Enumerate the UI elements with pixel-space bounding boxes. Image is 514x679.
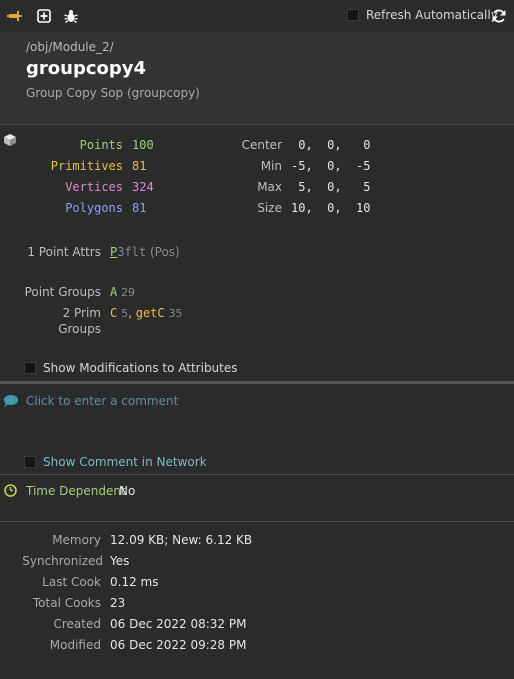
point-attr-note: (Pos) xyxy=(149,245,180,259)
size-value: 10, 0, 10 xyxy=(291,201,371,215)
prim-groups-label-line1: 2 Prim xyxy=(62,306,101,320)
total-cooks-value: 23 xyxy=(110,596,126,610)
synchronized-value: Yes xyxy=(110,554,130,568)
node-path: /obj/Module_2/ xyxy=(26,40,114,54)
primitives-label: Primitives xyxy=(50,159,123,173)
modified-value: 06 Dec 2022 09:28 PM xyxy=(110,638,247,652)
show-modifications-label[interactable]: Show Modifications to Attributes xyxy=(43,361,238,375)
time-dependent-label: Time Dependent xyxy=(26,484,126,498)
node-header: /obj/Module_2/ groupcopy4 Group Copy Sop… xyxy=(0,32,514,124)
prim-groups-value: C 5, getC 35 xyxy=(110,306,182,320)
comment-icon xyxy=(3,394,19,408)
points-label: Points xyxy=(79,138,123,152)
node-type: Group Copy Sop (groupcopy) xyxy=(26,86,200,100)
point-groups-label: Point Groups xyxy=(24,285,101,299)
center-label: Center xyxy=(241,138,282,152)
refresh-icon[interactable] xyxy=(491,8,507,24)
created-label: Created xyxy=(53,617,102,631)
divider xyxy=(0,474,514,475)
refresh-automatically-label[interactable]: Refresh Automatically xyxy=(366,8,498,22)
last-cook-label: Last Cook xyxy=(42,575,101,589)
plus-icon[interactable] xyxy=(36,8,52,24)
toolbar: Refresh Automatically xyxy=(0,0,514,32)
clock-icon xyxy=(4,484,17,497)
polygons-label: Polygons xyxy=(65,201,123,215)
memory-value: 12.09 KB; New: 6.12 KB xyxy=(110,533,253,547)
memory-label: Memory xyxy=(52,533,101,547)
last-cook-value: 0.12 ms xyxy=(110,575,159,589)
center-value: 0, 0, 0 xyxy=(291,138,371,152)
points-value: 100 xyxy=(132,138,154,152)
point-attrs-value: P3flt (Pos) xyxy=(110,245,180,259)
point-attr-type: 3flt xyxy=(117,245,147,259)
point-group-count: 29 xyxy=(121,286,136,299)
divider xyxy=(0,124,514,125)
max-value: 5, 0, 5 xyxy=(291,180,371,194)
vertices-value: 324 xyxy=(132,180,154,194)
bug-icon[interactable] xyxy=(63,8,79,24)
show-modifications-checkbox[interactable] xyxy=(24,362,36,374)
pin-icon[interactable] xyxy=(7,8,23,24)
min-value: -5, 0, -5 xyxy=(291,159,371,173)
modified-label: Modified xyxy=(49,638,101,652)
prim-group-separator: , xyxy=(128,306,132,320)
show-comment-label[interactable]: Show Comment in Network xyxy=(43,455,207,469)
refresh-automatically-checkbox[interactable] xyxy=(347,9,359,21)
point-group-name[interactable]: A xyxy=(110,285,117,299)
polygons-value: 81 xyxy=(132,201,147,215)
max-label: Max xyxy=(257,180,282,194)
vertices-label: Vertices xyxy=(65,180,123,194)
prim-group-getc[interactable]: getC xyxy=(136,306,165,320)
node-name: groupcopy4 xyxy=(26,58,147,79)
synchronized-label: Synchronized xyxy=(22,554,103,568)
min-label: Min xyxy=(260,159,282,173)
prim-group-getc-count: 35 xyxy=(168,307,183,320)
comment-input[interactable]: Click to enter a comment xyxy=(26,394,178,408)
divider xyxy=(0,521,514,522)
point-attrs-label: 1 Point Attrs xyxy=(27,245,101,259)
time-dependent-value: No xyxy=(119,484,136,498)
point-groups-value: A 29 xyxy=(110,285,135,299)
prim-group-c-count: 5 xyxy=(121,307,129,320)
prim-groups-label-line2: Groups xyxy=(58,322,101,336)
cube-icon xyxy=(3,133,17,147)
prim-group-c[interactable]: C xyxy=(110,306,117,320)
created-value: 06 Dec 2022 08:32 PM xyxy=(110,617,247,631)
size-label: Size xyxy=(257,201,282,215)
total-cooks-label: Total Cooks xyxy=(32,596,101,610)
primitives-value: 81 xyxy=(132,159,147,173)
show-comment-checkbox[interactable] xyxy=(24,456,36,468)
